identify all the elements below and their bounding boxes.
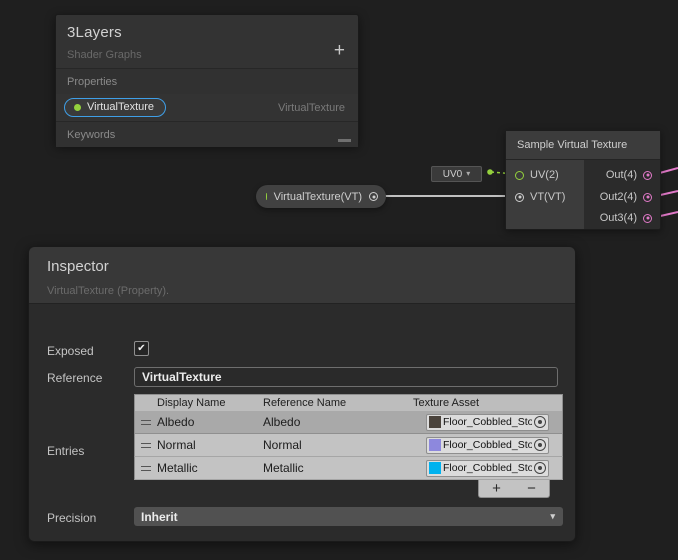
property-pill-virtualtexture[interactable]: VirtualTexture bbox=[64, 98, 166, 117]
out-port[interactable] bbox=[643, 171, 652, 180]
add-entry-button[interactable]: + bbox=[492, 481, 501, 496]
chevron-down-icon: ▾ bbox=[466, 170, 470, 178]
remove-entry-button[interactable]: − bbox=[527, 481, 536, 496]
property-node-output-port[interactable] bbox=[369, 192, 378, 201]
properties-section-label: Properties bbox=[67, 76, 117, 88]
vt-input-label: VT(VT) bbox=[530, 191, 565, 203]
input-slot-uv: UV(2) bbox=[515, 169, 559, 181]
reference-name-cell[interactable]: Metallic bbox=[263, 461, 413, 475]
input-slot-vt: VT(VT) bbox=[515, 191, 565, 203]
uv-input-port[interactable] bbox=[515, 171, 524, 180]
display-name-cell[interactable]: Metallic bbox=[135, 461, 263, 475]
texture-asset-field[interactable]: Floor_Cobbled_Sto bbox=[426, 460, 549, 477]
reference-label: Reference bbox=[47, 371, 102, 385]
texture-swatch bbox=[429, 416, 441, 428]
blackboard-title: 3Layers bbox=[67, 24, 347, 41]
exposed-checkbox[interactable]: ✔ bbox=[134, 341, 149, 356]
blackboard-header: 3Layers Shader Graphs + bbox=[56, 15, 358, 68]
entries-table: Display Name Reference Name Texture Asse… bbox=[134, 394, 563, 480]
object-picker-icon[interactable] bbox=[534, 416, 546, 428]
col-display-name: Display Name bbox=[135, 397, 263, 409]
col-texture-asset: Texture Asset bbox=[413, 397, 479, 409]
entries-table-footer: + − bbox=[478, 480, 550, 498]
table-row-metallic[interactable]: Metallic Metallic Floor_Cobbled_Sto bbox=[134, 457, 563, 480]
texture-asset-name: Floor_Cobbled_Sto bbox=[443, 462, 532, 474]
texture-asset-field[interactable]: Floor_Cobbled_Sto bbox=[426, 437, 549, 454]
inspector-title: Inspector bbox=[47, 258, 557, 275]
table-row-albedo[interactable]: Albedo Albedo Floor_Cobbled_Sto bbox=[134, 411, 563, 434]
reference-input[interactable]: VirtualTexture bbox=[134, 367, 558, 387]
output-slot-out2: Out2(4) bbox=[600, 191, 652, 203]
uv-input-label: UV(2) bbox=[530, 169, 559, 181]
sample-virtual-texture-node[interactable]: Sample Virtual Texture UV(2) VT(VT) Out(… bbox=[505, 130, 661, 230]
keywords-section-label: Keywords bbox=[67, 129, 115, 141]
property-row: VirtualTexture VirtualTexture bbox=[56, 94, 358, 121]
blackboard-resize-handle[interactable] bbox=[338, 139, 351, 142]
property-pill-label: VirtualTexture bbox=[87, 101, 154, 113]
reference-name-cell[interactable]: Normal bbox=[263, 438, 413, 452]
precision-dropdown[interactable]: Inherit ▾ bbox=[134, 507, 563, 526]
precision-label: Precision bbox=[47, 511, 96, 525]
entries-label: Entries bbox=[47, 444, 84, 458]
property-node-label: VirtualTexture(VT) bbox=[274, 191, 362, 203]
virtualtexture-property-node[interactable]: VirtualTexture(VT) bbox=[256, 185, 386, 208]
blackboard-subtitle: Shader Graphs bbox=[67, 49, 347, 61]
keywords-section-header[interactable]: Keywords bbox=[56, 121, 358, 147]
shader-graph-window: 3Layers Shader Graphs + Properties Virtu… bbox=[0, 0, 678, 560]
reference-name-cell[interactable]: Albedo bbox=[263, 415, 413, 429]
texture-swatch bbox=[429, 439, 441, 451]
output-slot-out3: Out3(4) bbox=[600, 212, 652, 224]
node-body: UV(2) VT(VT) Out(4) Out2(4) Out3(4) bbox=[506, 160, 660, 229]
texture-asset-name: Floor_Cobbled_Sto bbox=[443, 416, 532, 428]
drag-handle-icon[interactable] bbox=[141, 443, 151, 448]
chevron-down-icon: ▾ bbox=[550, 512, 555, 521]
exposed-label: Exposed bbox=[47, 344, 94, 358]
inspector-subtitle: VirtualTexture (Property). bbox=[47, 285, 557, 297]
graph-inspector-panel: Inspector VirtualTexture (Property). Exp… bbox=[28, 246, 576, 542]
uv-channel-value: UV0 bbox=[443, 169, 462, 180]
checkmark-icon: ✔ bbox=[137, 343, 145, 354]
display-name-cell[interactable]: Normal bbox=[135, 438, 263, 452]
properties-section-header[interactable]: Properties bbox=[56, 68, 358, 94]
out3-port[interactable] bbox=[643, 214, 652, 223]
entries-table-header: Display Name Reference Name Texture Asse… bbox=[134, 394, 563, 411]
texture-swatch bbox=[429, 462, 441, 474]
display-name-cell[interactable]: Albedo bbox=[135, 415, 263, 429]
property-node-dot bbox=[266, 193, 267, 200]
property-exposed-dot bbox=[74, 104, 81, 111]
out2-label: Out2(4) bbox=[600, 191, 637, 203]
inspector-header: Inspector VirtualTexture (Property). bbox=[29, 247, 575, 304]
object-picker-icon[interactable] bbox=[534, 462, 546, 474]
out2-port[interactable] bbox=[643, 193, 652, 202]
blackboard-panel[interactable]: 3Layers Shader Graphs + Properties Virtu… bbox=[55, 14, 359, 145]
drag-handle-icon[interactable] bbox=[141, 420, 151, 425]
texture-asset-name: Floor_Cobbled_Sto bbox=[443, 439, 532, 451]
node-title[interactable]: Sample Virtual Texture bbox=[506, 131, 660, 160]
out3-label: Out3(4) bbox=[600, 212, 637, 224]
add-property-button[interactable]: + bbox=[334, 41, 345, 60]
table-row-normal[interactable]: Normal Normal Floor_Cobbled_Sto bbox=[134, 434, 563, 457]
output-slot-out: Out(4) bbox=[606, 169, 652, 181]
out-label: Out(4) bbox=[606, 169, 637, 181]
texture-asset-field[interactable]: Floor_Cobbled_Sto bbox=[426, 414, 549, 431]
uv-wire-dot bbox=[487, 169, 493, 175]
uv-channel-dropdown[interactable]: UV0 ▾ bbox=[431, 166, 482, 182]
property-type-label: VirtualTexture bbox=[278, 102, 345, 114]
reference-value: VirtualTexture bbox=[142, 370, 222, 384]
object-picker-icon[interactable] bbox=[534, 439, 546, 451]
inspector-body: Exposed ✔ Reference VirtualTexture Entri… bbox=[29, 304, 575, 542]
vt-input-port[interactable] bbox=[515, 193, 524, 202]
col-reference-name: Reference Name bbox=[263, 397, 413, 409]
precision-value: Inherit bbox=[141, 510, 178, 524]
drag-handle-icon[interactable] bbox=[141, 466, 151, 471]
